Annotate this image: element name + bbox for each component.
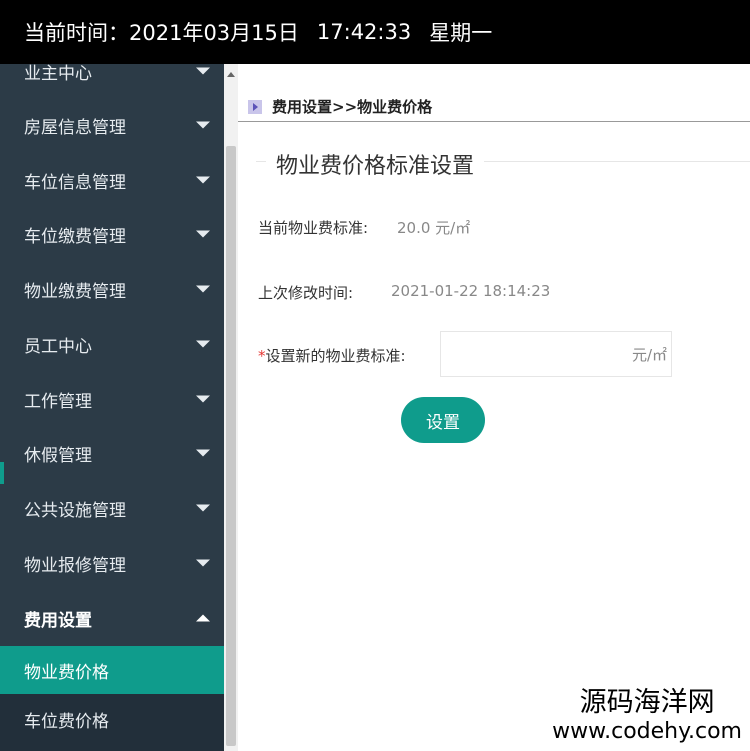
breadcrumb-divider bbox=[238, 121, 750, 122]
scrollbar-thumb[interactable] bbox=[226, 146, 236, 746]
chevron-down-icon bbox=[196, 230, 210, 238]
scroll-up-arrow-icon[interactable] bbox=[227, 72, 235, 77]
new-fee-label: *设置新的物业费标准: bbox=[258, 345, 406, 366]
sidebar-item-fee-settings[interactable]: 费用设置 bbox=[0, 591, 224, 645]
chevron-down-icon bbox=[196, 504, 210, 512]
sidebar-item-label: 业主中心 bbox=[24, 64, 92, 84]
chevron-down-icon bbox=[196, 340, 210, 348]
sidebar-item-leave-management[interactable]: 休假管理 bbox=[0, 426, 224, 480]
current-weekday: 星期一 bbox=[429, 21, 493, 45]
chevron-down-icon bbox=[196, 559, 210, 567]
sidebar-item-parking-info[interactable]: 车位信息管理 bbox=[0, 153, 224, 207]
sidebar-item-label: 车位缴费管理 bbox=[24, 226, 126, 247]
breadcrumb: 费用设置>>物业费价格 bbox=[248, 96, 432, 117]
sidebar-item-house-info[interactable]: 房屋信息管理 bbox=[0, 98, 224, 152]
play-icon bbox=[248, 99, 262, 114]
top-bar: 当前时间：2021年03月15日 17:42:33 星期一 bbox=[0, 0, 750, 64]
chevron-down-icon bbox=[196, 176, 210, 184]
breadcrumb-text: 费用设置>>物业费价格 bbox=[272, 98, 433, 116]
sidebar-item-label: 房屋信息管理 bbox=[24, 117, 126, 138]
sidebar-item-staff-center[interactable]: 员工中心 bbox=[0, 317, 224, 371]
required-asterisk: * bbox=[258, 347, 266, 365]
sidebar-item-label: 车位信息管理 bbox=[24, 172, 126, 193]
current-fee-value: 20.0 元/㎡ bbox=[397, 219, 471, 237]
sidebar-item-label: 休假管理 bbox=[24, 445, 92, 466]
chevron-down-icon bbox=[196, 285, 210, 293]
current-fee-label: 当前物业费标准: bbox=[258, 219, 369, 237]
sidebar-item-owner-center[interactable]: 业主中心 bbox=[0, 64, 224, 98]
watermark: 源码海洋网 www.codehy.com bbox=[552, 687, 742, 745]
chevron-down-icon bbox=[196, 121, 210, 129]
sidebar-scrollbar[interactable] bbox=[224, 64, 238, 751]
current-clock: 17:42:33 bbox=[316, 20, 412, 44]
chevron-down-icon bbox=[196, 449, 210, 457]
submenu-item-label: 物业费价格 bbox=[24, 662, 109, 683]
new-fee-field[interactable]: 元/㎡ bbox=[440, 331, 672, 377]
main-content: 费用设置>>物业费价格 物业费价格标准设置 当前物业费标准: 20.0 元/㎡ … bbox=[238, 64, 750, 751]
chevron-up-icon bbox=[196, 614, 210, 622]
submenu-item-label: 车位费价格 bbox=[24, 711, 109, 732]
watermark-line1: 源码海洋网 bbox=[579, 687, 715, 718]
sidebar-item-repair-management[interactable]: 物业报修管理 bbox=[0, 536, 224, 590]
sidebar-item-label: 员工中心 bbox=[24, 336, 92, 357]
submenu-item-parking-price[interactable]: 车位费价格 bbox=[0, 694, 224, 744]
sidebar-item-label: 费用设置 bbox=[24, 610, 92, 631]
sidebar-item-parking-fee[interactable]: 车位缴费管理 bbox=[0, 207, 224, 261]
sidebar: 业主中心 房屋信息管理 车位信息管理 车位缴费管理 物业缴费管理 员工中心 工作… bbox=[0, 64, 224, 751]
sidebar-item-public-facilities[interactable]: 公共设施管理 bbox=[0, 481, 224, 535]
new-fee-label-text: 设置新的物业费标准: bbox=[265, 347, 406, 365]
new-fee-input[interactable] bbox=[441, 332, 621, 376]
sidebar-item-label: 工作管理 bbox=[24, 391, 92, 412]
submenu-item-property-price[interactable]: 物业费价格 bbox=[0, 646, 224, 694]
unit-label: 元/㎡ bbox=[631, 346, 667, 364]
sidebar-item-label: 物业缴费管理 bbox=[24, 281, 126, 302]
sidebar-item-work-management[interactable]: 工作管理 bbox=[0, 372, 224, 426]
last-modified-label: 上次修改时间: bbox=[258, 284, 354, 302]
set-button[interactable]: 设置 bbox=[401, 397, 485, 443]
watermark-line2: www.codehy.com bbox=[552, 719, 742, 744]
section-title: 物业费价格标准设置 bbox=[266, 148, 485, 180]
sidebar-item-label: 物业报修管理 bbox=[24, 555, 126, 576]
current-date-label: 当前时间：2021年03月15日 bbox=[24, 21, 299, 45]
chevron-down-icon bbox=[196, 67, 210, 75]
last-modified-value: 2021-01-22 18:14:23 bbox=[391, 282, 551, 300]
sidebar-item-property-fee[interactable]: 物业缴费管理 bbox=[0, 262, 224, 316]
chevron-down-icon bbox=[196, 395, 210, 403]
sidebar-item-label: 公共设施管理 bbox=[24, 500, 126, 521]
